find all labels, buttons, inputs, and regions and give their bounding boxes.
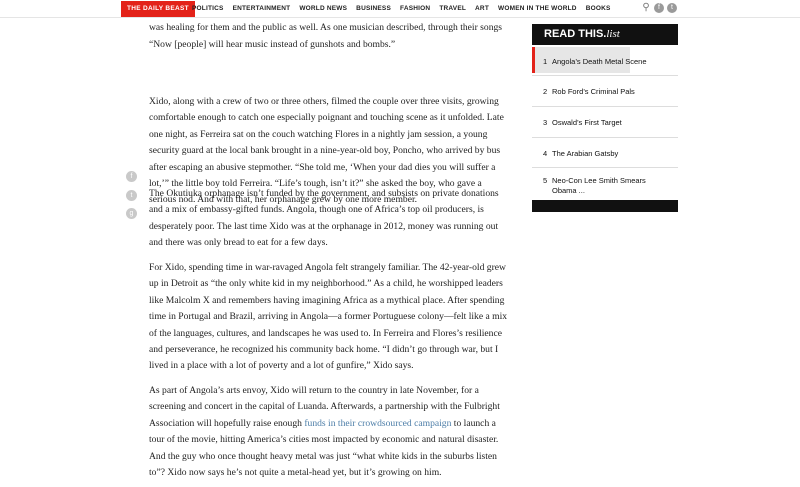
read-this-item[interactable]: 3 Oswald’s First Target [532, 108, 678, 134]
read-this-item[interactable]: 2 Rob Ford’s Criminal Pals [532, 77, 678, 103]
google-plus-share-icon[interactable]: g [126, 208, 137, 219]
top-navigation-bar: THE DAILY BEAST POLITICS ENTERTAINMENT W… [0, 0, 800, 18]
search-icon[interactable]: ⚲ [641, 3, 651, 13]
divider [532, 106, 678, 107]
crowdsourced-campaign-link[interactable]: funds in their crowdsourced campaign [304, 418, 451, 429]
nav-fashion[interactable]: FASHION [400, 5, 430, 12]
read-this-item[interactable]: 5 Neo-Con Lee Smith Smears Obama ... [532, 166, 678, 195]
item-number: 4 [543, 149, 548, 158]
item-title: Oswald’s First Target [552, 118, 622, 127]
item-title: Neo-Con Lee Smith Smears Obama ... [552, 176, 646, 195]
read-this-list: READ THIS.list 1 Angola’s Death Metal Sc… [532, 24, 678, 212]
article-paragraph: For Xido, spending time in war-ravaged A… [149, 262, 508, 372]
read-this-header: READ THIS.list [532, 24, 678, 45]
nav-books[interactable]: BOOKS [586, 5, 611, 12]
item-title: The Arabian Gatsby [552, 149, 619, 158]
twitter-icon[interactable]: t [667, 3, 677, 13]
item-number: 2 [543, 87, 548, 96]
item-number: 3 [543, 118, 548, 127]
divider [532, 75, 678, 76]
nav-entertainment[interactable]: ENTERTAINMENT [233, 5, 291, 12]
facebook-share-icon[interactable]: f [126, 171, 137, 182]
header-icons: ⚲ f t [641, 3, 677, 13]
nav-art[interactable]: ART [475, 5, 489, 12]
nav-business[interactable]: BUSINESS [356, 5, 391, 12]
nav-world-news[interactable]: WORLD NEWS [299, 5, 347, 12]
nav-politics[interactable]: POLITICS [192, 5, 224, 12]
twitter-share-icon[interactable]: t [126, 190, 137, 201]
facebook-icon[interactable]: f [654, 3, 664, 13]
item-number: 5 [543, 176, 548, 185]
divider [532, 137, 678, 138]
read-this-item[interactable]: 1 Angola’s Death Metal Scene [532, 47, 647, 73]
nav-women-in-the-world[interactable]: WOMEN IN THE WORLD [498, 5, 577, 12]
read-this-item[interactable]: 4 The Arabian Gatsby [532, 139, 678, 165]
article-paragraph: As part of Angola’s arts envoy, Xido wil… [149, 383, 509, 481]
item-number: 1 [543, 57, 548, 66]
nav-travel[interactable]: TRAVEL [439, 5, 466, 12]
site-logo[interactable]: THE DAILY BEAST [121, 1, 195, 17]
read-this-title-italic: list [606, 28, 620, 40]
read-this-title: READ THIS. [544, 28, 607, 40]
article-paragraph: The Okutiuka orphanage isn’t funded by t… [149, 188, 499, 249]
read-this-footer-bar [532, 200, 678, 212]
item-title: Angola’s Death Metal Scene [552, 57, 647, 66]
item-title: Rob Ford’s Criminal Pals [552, 87, 635, 96]
main-nav: POLITICS ENTERTAINMENT WORLD NEWS BUSINE… [192, 0, 620, 17]
